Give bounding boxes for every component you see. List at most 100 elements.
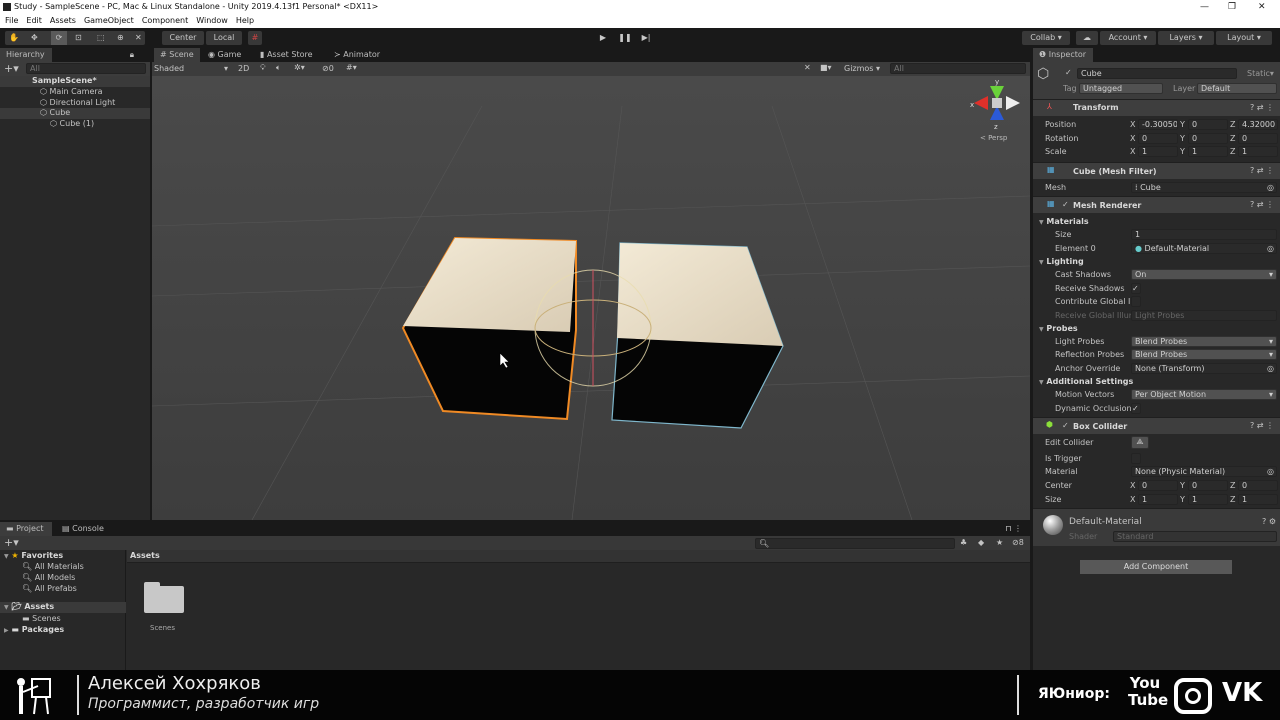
hierarchy-item-main-camera[interactable]: ⬡ Main Camera [40, 87, 103, 96]
instagram-icon[interactable] [1174, 678, 1212, 714]
mesh-field[interactable]: ⁞ Cube ◎ [1131, 182, 1277, 193]
hand-tool-icon[interactable]: ✋ [9, 31, 19, 45]
tab-animator[interactable]: ≻ Animator [328, 48, 386, 62]
lighting-toggle-icon[interactable]: 💡︎ [260, 63, 266, 73]
tab-project[interactable]: ▬ Project [0, 522, 52, 536]
hidden-objects-toggle[interactable]: ⊘0 [322, 64, 334, 73]
cloud-icon[interactable]: ☁ [1076, 31, 1098, 45]
tree-favorites[interactable]: ▼ ★ Favorites [4, 551, 63, 560]
materials-foldout[interactable]: ▼ Materials [1039, 217, 1089, 226]
maximize-icon[interactable]: ❐ [1228, 0, 1236, 14]
center-z-input[interactable]: 0 [1238, 480, 1278, 491]
tab-game[interactable]: ◉ Game [202, 48, 247, 62]
static-toggle[interactable]: Static▾ [1247, 69, 1274, 78]
rotation-y-input[interactable]: 0 [1188, 133, 1228, 144]
tab-console[interactable]: ▤ Console [56, 522, 110, 536]
tab-scene[interactable]: # Scene [154, 48, 200, 62]
hierarchy-item-cube-1[interactable]: ⬡ Cube (1) [50, 119, 94, 128]
camera-icon[interactable]: ■▾ [820, 63, 832, 72]
scale-z-input[interactable]: 1 [1238, 146, 1278, 157]
hierarchy-search-input[interactable]: All [26, 63, 146, 74]
component-menu-icons[interactable]: ? ⇄ ⋮ [1250, 166, 1274, 175]
step-button[interactable]: ▶| [638, 31, 654, 45]
tree-scenes[interactable]: ▬ Scenes [22, 614, 61, 623]
collider-material-field[interactable]: None (Physic Material) ◎ [1131, 466, 1277, 477]
cast-shadows-dropdown[interactable]: On ▾ [1131, 269, 1277, 280]
hierarchy-item-directional-light[interactable]: ⬡ Directional Light [40, 98, 115, 107]
rotate-tool-icon[interactable]: ⟳ [51, 31, 67, 45]
move-tool-icon[interactable]: ✥ [31, 31, 38, 45]
rect-tool-icon[interactable]: ⬚ [97, 31, 105, 45]
menu-help[interactable]: Help [236, 14, 254, 28]
is-trigger-checkbox[interactable] [1131, 453, 1141, 464]
menu-component[interactable]: Component [142, 14, 188, 28]
minimize-icon[interactable]: — [1200, 0, 1209, 14]
size-y-input[interactable]: 1 [1188, 494, 1228, 505]
tools-icon[interactable]: ✕ [804, 63, 811, 72]
transform-tool-icon[interactable]: ⊕ [117, 31, 124, 45]
tab-asset-store[interactable]: ▮ Asset Store [254, 48, 319, 62]
scale-tool-icon[interactable]: ⊡ [75, 31, 82, 45]
grid-toggle-icon[interactable]: #▾ [346, 63, 357, 72]
edit-collider-button[interactable]: ⟁ [1131, 436, 1149, 449]
tree-all-models[interactable]: 🔍︎ All Models [22, 573, 75, 582]
pause-button[interactable]: ❚❚ [617, 31, 633, 45]
tag-dropdown[interactable]: Untagged [1079, 83, 1163, 94]
additional-settings-foldout[interactable]: ▼ Additional Settings [1039, 377, 1133, 386]
effects-toggle-icon[interactable]: ✲▾ [294, 63, 305, 72]
favorite-star-icon[interactable]: ★ [996, 538, 1003, 547]
add-icon[interactable]: +▾ [4, 62, 19, 75]
scene-search-input[interactable]: All [890, 63, 1026, 74]
menu-edit[interactable]: Edit [26, 14, 42, 28]
component-menu-icons[interactable]: ? ⇄ ⋮ [1250, 103, 1274, 112]
center-x-input[interactable]: 0 [1138, 480, 1178, 491]
add-icon[interactable]: +▾ [4, 536, 19, 549]
layers-dropdown[interactable]: Layers ▾ [1158, 31, 1214, 45]
gizmos-dropdown[interactable]: Gizmos ▾ [844, 64, 880, 73]
custom-tool-icon[interactable]: ✕ [135, 31, 142, 45]
snap-icon[interactable]: # [248, 31, 262, 45]
vk-icon[interactable]: VK [1222, 678, 1262, 708]
lighting-foldout[interactable]: ▼ Lighting [1039, 257, 1084, 266]
tree-packages[interactable]: ▶ ▬ Packages [4, 625, 64, 634]
account-dropdown[interactable]: Account ▾ [1100, 31, 1156, 45]
shading-mode-dropdown[interactable]: Shaded ▾ [154, 64, 228, 73]
persp-label[interactable]: < Persp [980, 134, 1008, 142]
scene-viewport[interactable]: y x z < Persp [152, 76, 1030, 520]
position-x-input[interactable]: -0.30050 [1138, 119, 1178, 130]
light-probes-dropdown[interactable]: Blend Probes ▾ [1131, 336, 1277, 347]
motion-vectors-dropdown[interactable]: Per Object Motion ▾ [1131, 389, 1277, 400]
youtube-icon[interactable]: You Tube [1128, 675, 1168, 709]
rotation-x-input[interactable]: 0 [1138, 133, 1178, 144]
menu-file[interactable]: File [5, 14, 18, 28]
menu-window[interactable]: Window [196, 14, 228, 28]
filter-label-icon[interactable]: ◆ [978, 538, 984, 547]
play-button[interactable]: ▶ [595, 31, 611, 45]
audio-toggle-icon[interactable]: 🔈︎ [276, 63, 281, 73]
pivot-local-button[interactable]: Local [206, 31, 242, 45]
material-section[interactable]: Default-Material ? ⚙ Shader Standard [1033, 508, 1280, 546]
scene-row[interactable]: SampleScene* [0, 76, 150, 87]
folder-scenes[interactable]: Scenes [140, 580, 188, 636]
active-checkbox[interactable]: ✓ [1065, 68, 1072, 77]
add-component-button[interactable]: Add Component [1080, 560, 1232, 574]
mesh-renderer-enabled-checkbox[interactable]: ✓ [1062, 200, 1069, 209]
breadcrumb-assets[interactable]: Assets [130, 551, 160, 560]
object-name-input[interactable]: Cube [1077, 68, 1237, 79]
menu-assets[interactable]: Assets [50, 14, 76, 28]
pivot-center-button[interactable]: Center [162, 31, 204, 45]
mesh-renderer-header[interactable]: ▦ ✓ Mesh Renderer ? ⇄ ⋮ [1033, 196, 1280, 213]
reflection-probes-dropdown[interactable]: Blend Probes ▾ [1131, 349, 1277, 360]
layout-dropdown[interactable]: Layout ▾ [1216, 31, 1272, 45]
close-icon[interactable]: ✕ [1258, 0, 1266, 14]
tree-assets[interactable]: ▼ 📂︎ Assets [0, 602, 126, 613]
scale-y-input[interactable]: 1 [1188, 146, 1228, 157]
tab-inspector[interactable]: ❶ Inspector [1033, 48, 1093, 62]
component-menu-icons[interactable]: ? ⇄ ⋮ [1250, 200, 1274, 209]
material-menu-icons[interactable]: ? ⚙ [1262, 517, 1276, 526]
materials-size-input[interactable]: 1 [1131, 229, 1277, 240]
layer-dropdown[interactable]: Default [1197, 83, 1277, 94]
scale-x-input[interactable]: 1 [1138, 146, 1178, 157]
component-menu-icons[interactable]: ? ⇄ ⋮ [1250, 421, 1274, 430]
tab-hierarchy[interactable]: Hierarchy [0, 48, 52, 62]
